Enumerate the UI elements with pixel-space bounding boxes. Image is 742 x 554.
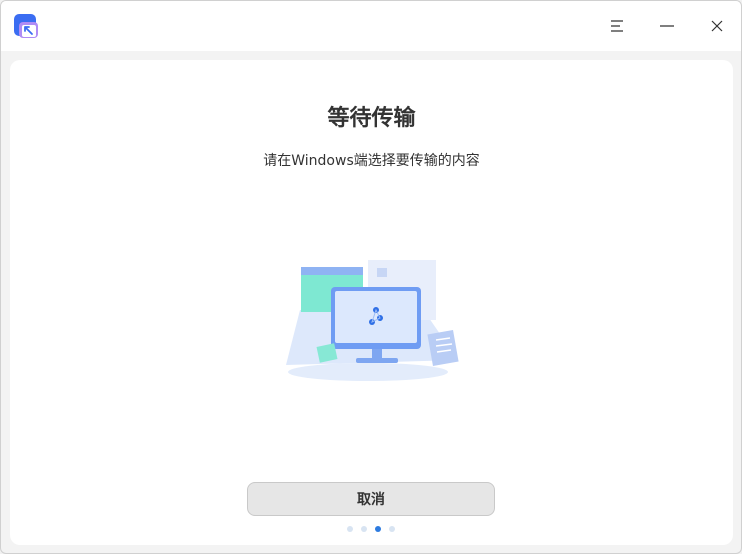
pagination-dot [375,526,381,532]
minimize-button[interactable] [652,11,682,41]
pagination-dots [347,526,395,532]
pagination-dot [347,526,353,532]
pagination-dot [361,526,367,532]
app-logo-icon [14,14,38,38]
minimize-icon [660,25,674,27]
app-window: 等待传输 请在Windows端选择要传输的内容 取消 [0,0,742,554]
pagination-dot [389,526,395,532]
cancel-button[interactable]: 取消 [247,482,495,516]
page-subtitle: 请在Windows端选择要传输的内容 [263,153,480,169]
main-panel: 等待传输 请在Windows端选择要传输的内容 取消 [10,60,733,545]
close-button[interactable] [702,11,732,41]
page-title: 等待传输 [327,106,416,131]
close-icon [711,20,723,32]
menu-button[interactable] [602,11,632,41]
menu-icon [611,20,623,32]
title-bar [1,1,741,51]
transfer-waiting-illustration [286,260,459,381]
